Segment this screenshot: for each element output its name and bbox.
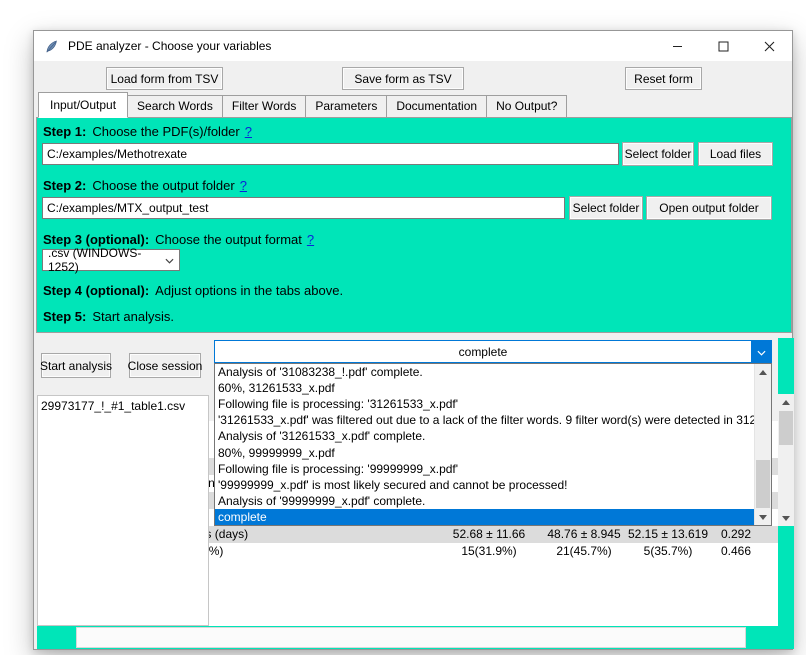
cell: 21(45.7%) [556,543,611,560]
table-horizontal-scrollbar[interactable] [76,627,746,648]
scroll-up-icon[interactable] [778,394,794,410]
log-item[interactable]: Analysis of '31261533_x.pdf' complete. [215,428,754,444]
log-item[interactable]: Following file is processing: '99999999_… [215,461,754,477]
cell: 52.68 ± 11.66 [453,526,525,543]
load-form-button[interactable]: Load form from TSV [106,67,223,90]
tab-filter-words[interactable]: Filter Words [222,95,306,118]
canvas-strip-right [778,338,794,626]
log-item[interactable]: 80%, 99999999_x.pdf [215,444,754,460]
close-icon[interactable] [746,31,792,61]
output-path-input[interactable] [42,197,565,219]
log-item[interactable]: '99999999_x.pdf' is most likely secured … [215,477,754,493]
tab-no-output[interactable]: No Output? [486,95,567,118]
table-vertical-scrollbar[interactable] [778,394,794,526]
step1-help-link[interactable]: ? [245,124,252,139]
window-controls [654,31,792,61]
output-format-value: .csv (WINDOWS-1252) [48,246,165,274]
log-item[interactable]: '31261533_x.pdf' was filtered out due to… [215,412,754,428]
step3-help-link[interactable]: ? [307,232,314,247]
log-item[interactable]: Analysis of '31083238_!.pdf' complete. [215,364,754,380]
scrollbar-thumb[interactable] [756,460,770,508]
status-combobox-value: complete [215,341,751,362]
save-form-button[interactable]: Save form as TSV [342,67,464,90]
list-item[interactable]: 29973177_!_#1_table1.csv [38,396,208,417]
cell: 52.15 ± 13.619 [628,526,708,543]
cell: 48.76 ± 8.945 [547,526,620,543]
log-dropdown-list: Analysis of '31083238_!.pdf' complete. 6… [214,363,772,526]
step2-label: Step 2:Choose the output folder? [43,178,247,193]
dropdown-scrollbar[interactable] [754,364,771,525]
close-session-button[interactable]: Close session [129,353,201,378]
maximize-icon[interactable] [700,31,746,61]
minimize-icon[interactable] [654,31,700,61]
step3-label: Step 3 (optional):Choose the output form… [43,232,314,247]
steps-panel: Step 1:Choose the PDF(s)/folder? Select … [36,117,792,333]
csv-file-list: 29973177_!_#1_table1.csv [37,395,209,626]
load-files-button[interactable]: Load files [698,142,773,166]
tab-bar: Input/Output Search Words Filter Words P… [38,95,566,118]
step2-select-folder-button[interactable]: Select folder [569,196,643,220]
titlebar: PDE analyzer - Choose your variables [34,31,792,61]
app-window: PDE analyzer - Choose your variables Loa… [33,30,793,650]
step4-label: Step 4 (optional):Adjust options in the … [43,283,348,298]
cell: 5(35.7%) [644,543,693,560]
tab-documentation[interactable]: Documentation [386,95,487,118]
step1-select-folder-button[interactable]: Select folder [622,142,694,166]
log-item[interactable]: Analysis of '99999999_x.pdf' complete. [215,493,754,509]
canvas-strip-bottom [37,626,794,649]
cell: 0.466 [721,543,751,560]
step2-help-link[interactable]: ? [240,178,247,193]
tab-input-output[interactable]: Input/Output [38,92,128,118]
start-analysis-button[interactable]: Start analysis [41,353,111,378]
cell: 0.292 [721,526,751,543]
open-output-folder-button[interactable]: Open output folder [646,196,772,220]
window-title: PDE analyzer - Choose your variables [68,39,271,53]
output-format-select[interactable]: .csv (WINDOWS-1252) [42,249,180,271]
cell: 15(31.9%) [461,543,516,560]
scroll-up-icon[interactable] [755,364,771,380]
chevron-down-icon [757,343,766,361]
tab-parameters[interactable]: Parameters [305,95,387,118]
combobox-dropdown-button[interactable] [751,341,771,362]
reset-form-button[interactable]: Reset form [625,67,702,90]
log-item-selected[interactable]: complete [215,509,754,525]
step1-label: Step 1:Choose the PDF(s)/folder? [43,124,252,139]
scroll-down-icon[interactable] [755,509,771,525]
log-items: Analysis of '31083238_!.pdf' complete. 6… [215,364,754,525]
chevron-down-icon [165,253,174,267]
app-icon [43,38,59,54]
step5-label: Step 5:Start analysis. [43,309,179,324]
log-item[interactable]: 60%, 31261533_x.pdf [215,380,754,396]
log-item[interactable]: Following file is processing: '31261533_… [215,396,754,412]
pdf-path-input[interactable] [42,143,619,165]
status-combobox[interactable]: complete [214,340,772,363]
scroll-down-icon[interactable] [778,510,794,526]
tab-search-words[interactable]: Search Words [127,95,223,118]
scrollbar-thumb[interactable] [779,411,793,445]
